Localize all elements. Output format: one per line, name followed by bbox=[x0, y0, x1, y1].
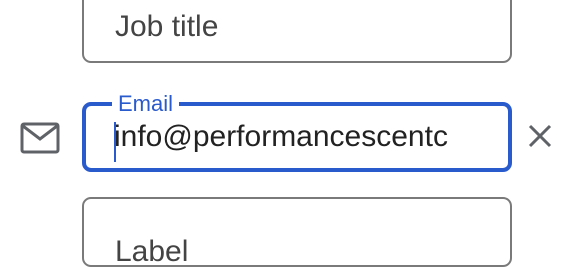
close-icon[interactable] bbox=[524, 120, 556, 152]
email-value: info@performancescentc bbox=[114, 120, 448, 153]
email-input[interactable]: info@performancescentc bbox=[114, 106, 480, 168]
job-title-placeholder: Job title bbox=[115, 9, 219, 43]
email-field[interactable]: Email info@performancescentc bbox=[82, 92, 512, 172]
job-title-field[interactable]: Job title bbox=[82, 0, 512, 63]
label-placeholder: Label bbox=[115, 235, 189, 268]
text-caret bbox=[114, 122, 116, 162]
label-field[interactable]: Label bbox=[82, 197, 512, 268]
mail-icon bbox=[20, 122, 60, 154]
